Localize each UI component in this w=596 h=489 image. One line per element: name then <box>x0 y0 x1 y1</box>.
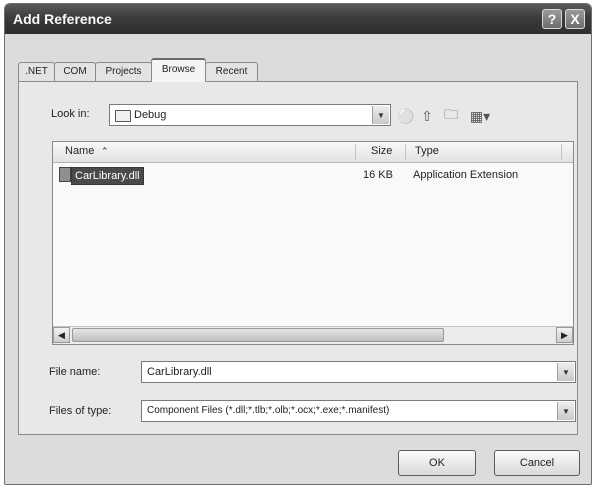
look-in-label: Look in: <box>51 108 90 120</box>
files-of-type-value: Component Files (*.dll;*.tlb;*.olb;*.ocx… <box>147 405 390 416</box>
file-name-cell[interactable]: CarLibrary.dll <box>71 167 144 185</box>
column-type-header[interactable]: Type <box>415 145 439 157</box>
add-reference-dialog: Add Reference ? X .NET COM Projects Brow… <box>4 3 592 485</box>
column-name-header[interactable]: Name <box>65 145 94 157</box>
look-in-value: Debug <box>134 109 167 121</box>
help-button[interactable]: ? <box>542 9 562 29</box>
files-of-type-label: Files of type: <box>49 405 112 417</box>
file-name-field[interactable]: CarLibrary.dll ▼ <box>141 361 576 383</box>
back-icon[interactable]: ⚪ <box>397 107 415 125</box>
ok-button[interactable]: OK <box>398 450 476 476</box>
tab-projects[interactable]: Projects <box>95 62 152 82</box>
folder-icon <box>115 110 131 122</box>
look-in-dropdown[interactable]: Debug ▼ <box>109 104 391 126</box>
file-name-value: CarLibrary.dll <box>147 366 212 378</box>
new-folder-icon[interactable]: 🗀 <box>440 106 462 125</box>
tab-browse[interactable]: Browse <box>151 58 206 82</box>
title-bar[interactable]: Add Reference ? X <box>5 4 591 34</box>
tab-com[interactable]: COM <box>54 62 96 82</box>
dll-file-icon <box>59 167 71 182</box>
chevron-down-icon[interactable]: ▼ <box>372 106 389 124</box>
column-separator <box>405 144 406 160</box>
file-size-cell: 16 KB <box>363 169 393 181</box>
file-list[interactable]: Name ⌃ Size Type CarLibrary.dll 16 KB Ap… <box>52 141 574 345</box>
views-icon[interactable]: ▦▾ <box>467 107 493 125</box>
column-separator <box>561 144 562 160</box>
files-of-type-dropdown[interactable]: Component Files (*.dll;*.tlb;*.olb;*.ocx… <box>141 400 576 422</box>
sort-ascending-icon: ⌃ <box>101 146 109 156</box>
column-size-header[interactable]: Size <box>371 145 392 157</box>
chevron-down-icon[interactable]: ▼ <box>557 363 574 381</box>
close-button[interactable]: X <box>565 9 585 29</box>
file-list-header: Name ⌃ Size Type <box>53 142 573 163</box>
scrollbar-thumb[interactable] <box>72 328 444 342</box>
up-folder-icon[interactable]: ⇧ <box>418 107 436 125</box>
column-separator <box>355 144 356 160</box>
file-type-cell: Application Extension <box>413 169 519 181</box>
dialog-title: Add Reference <box>13 11 112 27</box>
scroll-right-icon[interactable]: ▶ <box>556 327 573 343</box>
tab-recent[interactable]: Recent <box>205 62 258 82</box>
file-name-label: File name: <box>49 366 101 378</box>
horizontal-scrollbar[interactable]: ◀ ▶ <box>53 326 573 344</box>
chevron-down-icon[interactable]: ▼ <box>557 402 574 420</box>
tab-net[interactable]: .NET <box>18 62 55 82</box>
scroll-left-icon[interactable]: ◀ <box>53 327 70 343</box>
cancel-button[interactable]: Cancel <box>494 450 580 476</box>
